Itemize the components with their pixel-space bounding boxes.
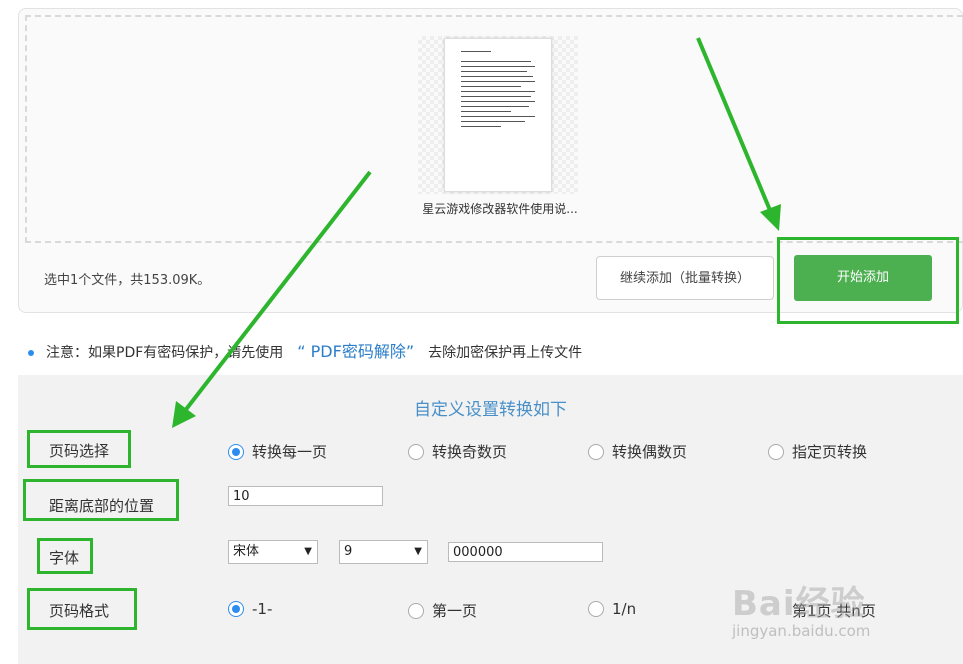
radio-label: 1/n <box>612 600 637 618</box>
highlight-box-page-select <box>27 430 131 468</box>
highlight-box-start <box>777 237 959 324</box>
radio-icon <box>588 601 604 617</box>
notice-prefix: 注意：如果PDF有密码保护，请先使用 <box>46 345 284 361</box>
notice-suffix: 去除加密保护再上传文件 <box>428 345 583 361</box>
radio-icon <box>768 443 784 460</box>
font-size-select[interactable]: 9 ▼ <box>339 540 428 564</box>
file-name: 星云游戏修改器软件使用说... <box>422 202 578 216</box>
radio-icon <box>408 443 424 460</box>
radio-label: -1- <box>252 600 273 618</box>
pdf-password-removal-link[interactable]: “ PDF密码解除” <box>297 342 414 361</box>
radio-selected-icon <box>228 601 244 617</box>
highlight-box-position <box>23 479 179 521</box>
password-notice: 注意：如果PDF有密码保护，请先使用 “ PDF密码解除” 去除加密保护再上传文件 <box>28 338 582 362</box>
radio-format-dash[interactable]: -1- <box>228 600 272 618</box>
radio-label: 指定页转换 <box>792 443 868 461</box>
bullet-icon <box>28 350 34 356</box>
radio-even-pages[interactable]: 转换偶数页 <box>588 441 687 462</box>
radio-format-chinese[interactable]: 第一页 <box>408 600 477 621</box>
radio-every-page[interactable]: 转换每一页 <box>228 441 327 462</box>
radio-format-fraction[interactable]: 1/n <box>588 600 636 618</box>
bottom-distance-input[interactable]: 10 <box>228 486 383 506</box>
selection-summary: 选中1个文件，共153.09K。 <box>44 273 211 288</box>
radio-icon <box>588 443 604 460</box>
baidu-watermark-url: jingyan.baidu.com <box>732 622 871 640</box>
file-thumbnail[interactable] <box>418 36 578 194</box>
font-size-value: 9 <box>344 544 353 559</box>
radio-selected-icon <box>228 443 244 460</box>
continue-add-button[interactable]: 继续添加（批量转换） <box>596 256 774 300</box>
radio-odd-pages[interactable]: 转换奇数页 <box>408 441 507 462</box>
dropdown-arrow-icon: ▼ <box>304 546 312 557</box>
radio-icon <box>408 602 424 619</box>
radio-specified-pages[interactable]: 指定页转换 <box>768 441 867 462</box>
dropdown-arrow-icon: ▼ <box>414 546 422 557</box>
highlight-box-page-format <box>27 588 137 630</box>
settings-title: 自定义设置转换如下 <box>414 400 567 420</box>
highlight-box-font <box>37 538 93 574</box>
document-preview-icon <box>444 38 552 192</box>
baidu-watermark-logo: Bai经验 <box>732 584 866 624</box>
font-color-input[interactable]: 000000 <box>448 542 603 562</box>
font-family-value: 宋体 <box>233 544 260 559</box>
radio-label: 转换每一页 <box>252 443 328 461</box>
radio-label: 转换偶数页 <box>612 443 688 461</box>
radio-label: 转换奇数页 <box>432 443 508 461</box>
font-family-select[interactable]: 宋体 ▼ <box>228 540 318 564</box>
radio-label: 第一页 <box>432 602 478 620</box>
